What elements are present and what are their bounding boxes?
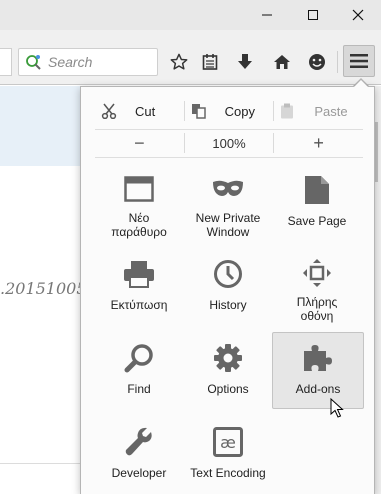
url-bar[interactable] xyxy=(0,48,12,76)
search-input[interactable]: Search xyxy=(18,48,158,76)
wrench-icon xyxy=(125,427,152,456)
home-button[interactable] xyxy=(267,47,297,77)
bookmark-star-button[interactable] xyxy=(164,47,194,77)
print-label: Εκτύπωση xyxy=(110,298,168,312)
new-window-button[interactable]: Νέο παράθυρο xyxy=(93,165,185,239)
paste-label: Paste xyxy=(314,104,348,119)
fullscreen-button[interactable]: Πλήρης οθόνη xyxy=(271,249,363,323)
text-encoding-label: Text Encoding xyxy=(190,466,266,480)
toolbar-separator xyxy=(337,51,338,73)
magnifier-icon xyxy=(124,344,153,373)
hello-button[interactable] xyxy=(302,47,332,77)
cut-button[interactable]: Cut xyxy=(95,97,184,125)
panel-arrow-inner xyxy=(353,80,369,88)
scissors-icon xyxy=(101,103,117,120)
new-private-window-label: New Private Window xyxy=(195,211,261,239)
gear-icon xyxy=(214,344,242,372)
downloads-button[interactable] xyxy=(230,47,260,77)
find-button[interactable]: Find xyxy=(93,333,185,407)
close-icon xyxy=(352,9,364,21)
private-mask-icon xyxy=(213,180,243,196)
new-window-icon xyxy=(124,175,154,202)
navigation-toolbar: Search xyxy=(0,30,381,85)
open-menu-button[interactable] xyxy=(343,45,375,77)
home-icon xyxy=(274,55,290,69)
maximize-button[interactable] xyxy=(290,0,336,30)
page-text-fragment: .20151005 xyxy=(0,279,87,298)
panel-divider xyxy=(95,157,363,158)
edit-controls: Cut Copy Paste xyxy=(95,97,363,125)
reading-list-button[interactable] xyxy=(195,47,225,77)
save-page-label: Save Page xyxy=(287,214,347,228)
window-titlebar xyxy=(0,0,381,30)
hamburger-menu-icon xyxy=(350,54,368,68)
search-placeholder: Search xyxy=(48,54,93,70)
new-window-label: Νέο παράθυρο xyxy=(111,211,167,239)
text-encoding-button[interactable]: æ Text Encoding xyxy=(182,417,274,491)
zoom-reset-button[interactable]: 100% xyxy=(185,129,274,157)
menu-panel: Cut Copy Paste − 100% + Νέο παράθυρο New… xyxy=(80,86,375,494)
options-button[interactable]: Options xyxy=(182,333,274,407)
copy-icon xyxy=(191,104,206,119)
cut-label: Cut xyxy=(135,104,156,119)
copy-button[interactable]: Copy xyxy=(185,97,274,125)
history-clock-icon xyxy=(214,260,242,288)
zoom-in-button[interactable]: + xyxy=(274,129,363,157)
addons-button[interactable]: Add-ons xyxy=(272,332,364,409)
copy-label: Copy xyxy=(224,104,256,119)
reading-list-icon xyxy=(202,54,218,70)
paste-button[interactable]: Paste xyxy=(274,97,363,125)
ae-encoding-icon: æ xyxy=(213,427,243,457)
addons-label: Add-ons xyxy=(295,382,341,396)
save-page-icon xyxy=(305,176,329,204)
save-page-button[interactable]: Save Page xyxy=(271,165,363,239)
star-icon xyxy=(170,53,188,70)
smiley-icon xyxy=(309,54,325,70)
maximize-icon xyxy=(308,10,318,20)
zoom-out-button[interactable]: − xyxy=(95,129,184,157)
puzzle-piece-icon xyxy=(304,345,332,371)
download-arrow-icon xyxy=(238,54,252,69)
minimize-icon xyxy=(262,14,272,16)
minimize-button[interactable] xyxy=(244,0,290,30)
new-private-window-button[interactable]: New Private Window xyxy=(182,165,274,239)
options-label: Options xyxy=(207,382,249,396)
print-button[interactable]: Εκτύπωση xyxy=(93,249,185,323)
close-button[interactable] xyxy=(335,0,381,30)
search-engine-icon xyxy=(26,55,41,70)
history-button[interactable]: History xyxy=(182,249,274,323)
zoom-controls: − 100% + xyxy=(95,129,363,157)
fullscreen-label: Πλήρης οθόνη xyxy=(296,295,338,323)
mouse-cursor-icon xyxy=(330,398,344,418)
svg-text:æ: æ xyxy=(220,433,236,452)
developer-label: Developer xyxy=(111,466,167,480)
history-label: History xyxy=(209,298,247,312)
developer-button[interactable]: Developer xyxy=(93,417,185,491)
clipboard-icon xyxy=(281,103,294,119)
find-label: Find xyxy=(127,382,151,396)
print-icon xyxy=(124,261,154,288)
fullscreen-icon xyxy=(303,258,331,287)
